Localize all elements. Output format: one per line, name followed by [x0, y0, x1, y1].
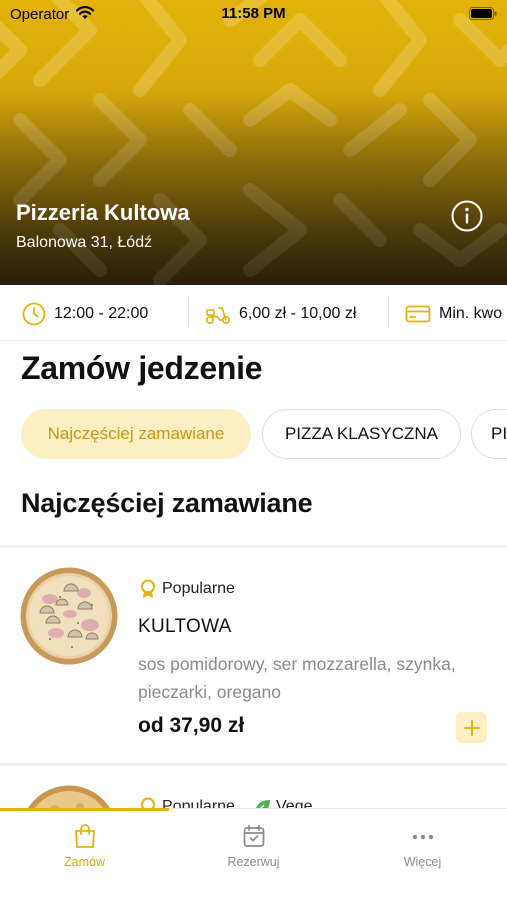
- category-pill-most-ordered[interactable]: Najczęściej zamawiane: [21, 409, 251, 459]
- page-title: Zamów jedzenie: [21, 350, 263, 386]
- bottom-tab-bar: Zamów Rezerwuj Więcej: [0, 808, 507, 900]
- restaurant-info-strip[interactable]: 12:00 - 22:00 6,00 zł - 10,00 zł Min. kw…: [0, 285, 507, 341]
- tab-label: Zamów: [64, 855, 105, 869]
- restaurant-address: Balonowa 31, Łódź: [16, 234, 153, 251]
- product-price: od 37,90 zł: [138, 714, 245, 737]
- status-time: 11:58 PM: [221, 5, 286, 22]
- active-tab-indicator: [0, 808, 169, 811]
- opening-hours: 12:00 - 22:00: [22, 302, 148, 326]
- info-icon[interactable]: [451, 200, 483, 232]
- scooter-icon: [205, 307, 231, 325]
- min-order-text: Min. kwo: [439, 305, 503, 322]
- medal-icon: [141, 579, 155, 598]
- restaurant-header: Operator 11:58 PM Pizzeria Kultowa Balon…: [0, 0, 507, 285]
- calendar-icon: [243, 824, 264, 847]
- opening-hours-text: 12:00 - 22:00: [54, 305, 149, 322]
- tag-label: Popularne: [162, 580, 235, 597]
- battery-icon: [469, 7, 497, 20]
- more-dots-icon: [412, 834, 433, 840]
- product-name: KULTOWA: [138, 616, 232, 637]
- tab-more[interactable]: Więcej: [338, 823, 507, 883]
- tab-label: Więcej: [403, 855, 442, 869]
- shopping-bag-icon: [74, 824, 95, 848]
- clock-icon: [22, 302, 46, 326]
- status-bar: Operator 11:58 PM: [0, 0, 507, 28]
- section-divider: [0, 545, 507, 548]
- restaurant-name: Pizzeria Kultowa: [16, 200, 190, 225]
- delivery-cost: 6,00 zł - 10,00 zł: [205, 302, 356, 326]
- category-section-title: Najczęściej zamawiane: [21, 488, 313, 518]
- category-pill-pizza-klasyczna[interactable]: PIZZA KLASYCZNA: [262, 409, 461, 459]
- plus-icon: [463, 719, 480, 736]
- category-pills[interactable]: Najczęściej zamawiane PIZZA KLASYCZNA PI: [0, 409, 507, 459]
- product-divider: [0, 763, 507, 766]
- tab-order[interactable]: Zamów: [0, 823, 169, 883]
- delivery-cost-text: 6,00 zł - 10,00 zł: [239, 305, 357, 322]
- min-order: Min. kwo: [405, 302, 502, 326]
- pizza-image: [20, 567, 118, 665]
- credit-card-icon: [405, 305, 431, 323]
- category-pill-next[interactable]: PI: [471, 409, 507, 459]
- tag-popular: Popularne: [138, 579, 235, 599]
- info-divider: [188, 297, 189, 327]
- product-description: sos pomidorowy, ser mozzarella, szynka, …: [138, 654, 456, 702]
- add-to-cart-button[interactable]: [456, 712, 487, 743]
- tab-reserve[interactable]: Rezerwuj: [169, 823, 338, 883]
- info-divider: [388, 297, 389, 327]
- tab-label: Rezerwuj: [227, 855, 280, 869]
